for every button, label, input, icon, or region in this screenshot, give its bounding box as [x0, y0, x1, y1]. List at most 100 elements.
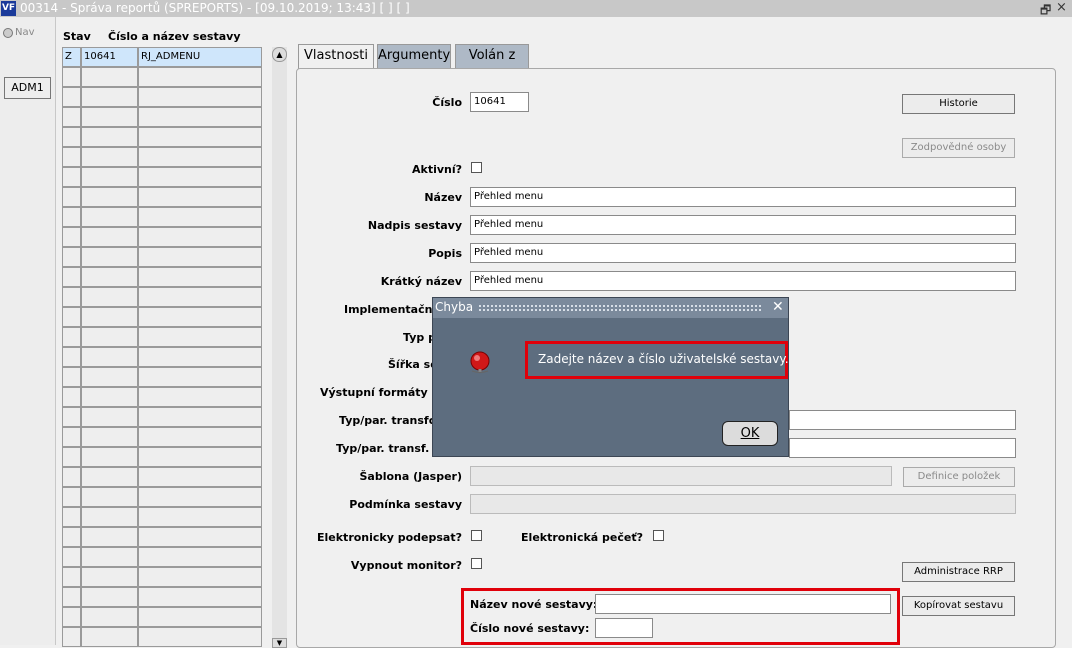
cell-name[interactable]: [138, 347, 262, 367]
table-row[interactable]: [62, 467, 262, 487]
tab-volan-z[interactable]: Volán z: [455, 44, 529, 68]
cell-name[interactable]: RJ_ADMENU: [138, 47, 262, 67]
cell-name[interactable]: [138, 407, 262, 427]
cell-name[interactable]: [138, 67, 262, 87]
table-row[interactable]: [62, 267, 262, 287]
cell-number[interactable]: [81, 487, 138, 507]
cell-name[interactable]: [138, 467, 262, 487]
cell-status[interactable]: [62, 347, 81, 367]
scroll-up-icon[interactable]: ▲: [272, 47, 287, 62]
cell-number[interactable]: [81, 467, 138, 487]
cell-number[interactable]: [81, 567, 138, 587]
cell-number[interactable]: [81, 267, 138, 287]
cell-status[interactable]: [62, 487, 81, 507]
cell-number[interactable]: [81, 407, 138, 427]
table-row[interactable]: [62, 347, 262, 367]
cell-name[interactable]: [138, 247, 262, 267]
cell-status[interactable]: [62, 187, 81, 207]
table-row[interactable]: [62, 207, 262, 227]
cell-name[interactable]: [138, 147, 262, 167]
table-row[interactable]: [62, 587, 262, 607]
table-row[interactable]: [62, 387, 262, 407]
cell-number[interactable]: [81, 447, 138, 467]
cislo-nove-field[interactable]: [595, 618, 653, 638]
el-podepsat-checkbox[interactable]: [471, 530, 482, 541]
table-row[interactable]: [62, 307, 262, 327]
cell-number[interactable]: [81, 107, 138, 127]
table-row[interactable]: [62, 627, 262, 647]
cell-name[interactable]: [138, 587, 262, 607]
cell-name[interactable]: [138, 487, 262, 507]
table-row[interactable]: [62, 127, 262, 147]
cell-status[interactable]: [62, 167, 81, 187]
popis-field[interactable]: Přehled menu: [470, 243, 1016, 263]
cell-number[interactable]: [81, 347, 138, 367]
tab-argumenty[interactable]: Argumenty: [377, 44, 451, 68]
historie-button[interactable]: Historie: [902, 94, 1015, 114]
table-row[interactable]: [62, 227, 262, 247]
table-row[interactable]: [62, 547, 262, 567]
cell-name[interactable]: [138, 427, 262, 447]
table-row[interactable]: [62, 167, 262, 187]
cell-status[interactable]: [62, 307, 81, 327]
adm1-button[interactable]: ADM1: [4, 77, 51, 99]
cell-name[interactable]: [138, 167, 262, 187]
cell-status[interactable]: [62, 267, 81, 287]
cell-number[interactable]: [81, 187, 138, 207]
cell-number[interactable]: [81, 307, 138, 327]
nadpis-field[interactable]: Přehled menu: [470, 215, 1016, 235]
zodpovedne-osoby-button[interactable]: Zodpovědné osoby: [902, 138, 1015, 158]
cell-number[interactable]: [81, 287, 138, 307]
table-row[interactable]: [62, 507, 262, 527]
podminka-field[interactable]: [470, 494, 1016, 514]
scroll-down-icon[interactable]: ▼: [272, 638, 287, 648]
cell-status[interactable]: [62, 287, 81, 307]
cell-number[interactable]: [81, 327, 138, 347]
cell-status[interactable]: [62, 467, 81, 487]
cell-status[interactable]: [62, 387, 81, 407]
close-icon[interactable]: ×: [1056, 0, 1067, 15]
cell-number[interactable]: [81, 67, 138, 87]
cell-number[interactable]: [81, 227, 138, 247]
cell-status[interactable]: [62, 627, 81, 647]
cell-status[interactable]: [62, 447, 81, 467]
cell-status[interactable]: [62, 227, 81, 247]
table-row[interactable]: [62, 527, 262, 547]
table-row[interactable]: [62, 607, 262, 627]
table-row[interactable]: [62, 407, 262, 427]
cell-name[interactable]: [138, 387, 262, 407]
cell-name[interactable]: [138, 307, 262, 327]
cell-name[interactable]: [138, 267, 262, 287]
sablona-field[interactable]: [470, 466, 892, 486]
cell-status[interactable]: [62, 327, 81, 347]
cell-status[interactable]: [62, 87, 81, 107]
table-row[interactable]: [62, 107, 262, 127]
cell-number[interactable]: 10641: [81, 47, 138, 67]
cell-name[interactable]: [138, 207, 262, 227]
cislo-field[interactable]: 10641: [470, 92, 529, 112]
cell-name[interactable]: [138, 547, 262, 567]
table-row[interactable]: [62, 147, 262, 167]
cell-status[interactable]: [62, 107, 81, 127]
kratky-nazev-field[interactable]: Přehled menu: [470, 271, 1016, 291]
table-row[interactable]: [62, 287, 262, 307]
nazev-field[interactable]: Přehled menu: [470, 187, 1016, 207]
cell-name[interactable]: [138, 187, 262, 207]
cell-name[interactable]: [138, 327, 262, 347]
list-scrollbar[interactable]: ▲ ▼: [272, 47, 287, 648]
cell-number[interactable]: [81, 247, 138, 267]
cell-name[interactable]: [138, 627, 262, 647]
definice-polozek-button[interactable]: Definice položek: [903, 467, 1015, 487]
cell-name[interactable]: [138, 447, 262, 467]
table-row[interactable]: [62, 427, 262, 447]
table-row[interactable]: Z 10641 RJ_ADMENU: [62, 47, 262, 67]
table-row[interactable]: [62, 67, 262, 87]
cell-number[interactable]: [81, 587, 138, 607]
table-row[interactable]: [62, 367, 262, 387]
cell-status[interactable]: [62, 427, 81, 447]
el-pecet-checkbox[interactable]: [653, 530, 664, 541]
cell-number[interactable]: [81, 387, 138, 407]
cell-status[interactable]: [62, 207, 81, 227]
nazev-nove-field[interactable]: [595, 594, 891, 614]
cell-status[interactable]: [62, 127, 81, 147]
